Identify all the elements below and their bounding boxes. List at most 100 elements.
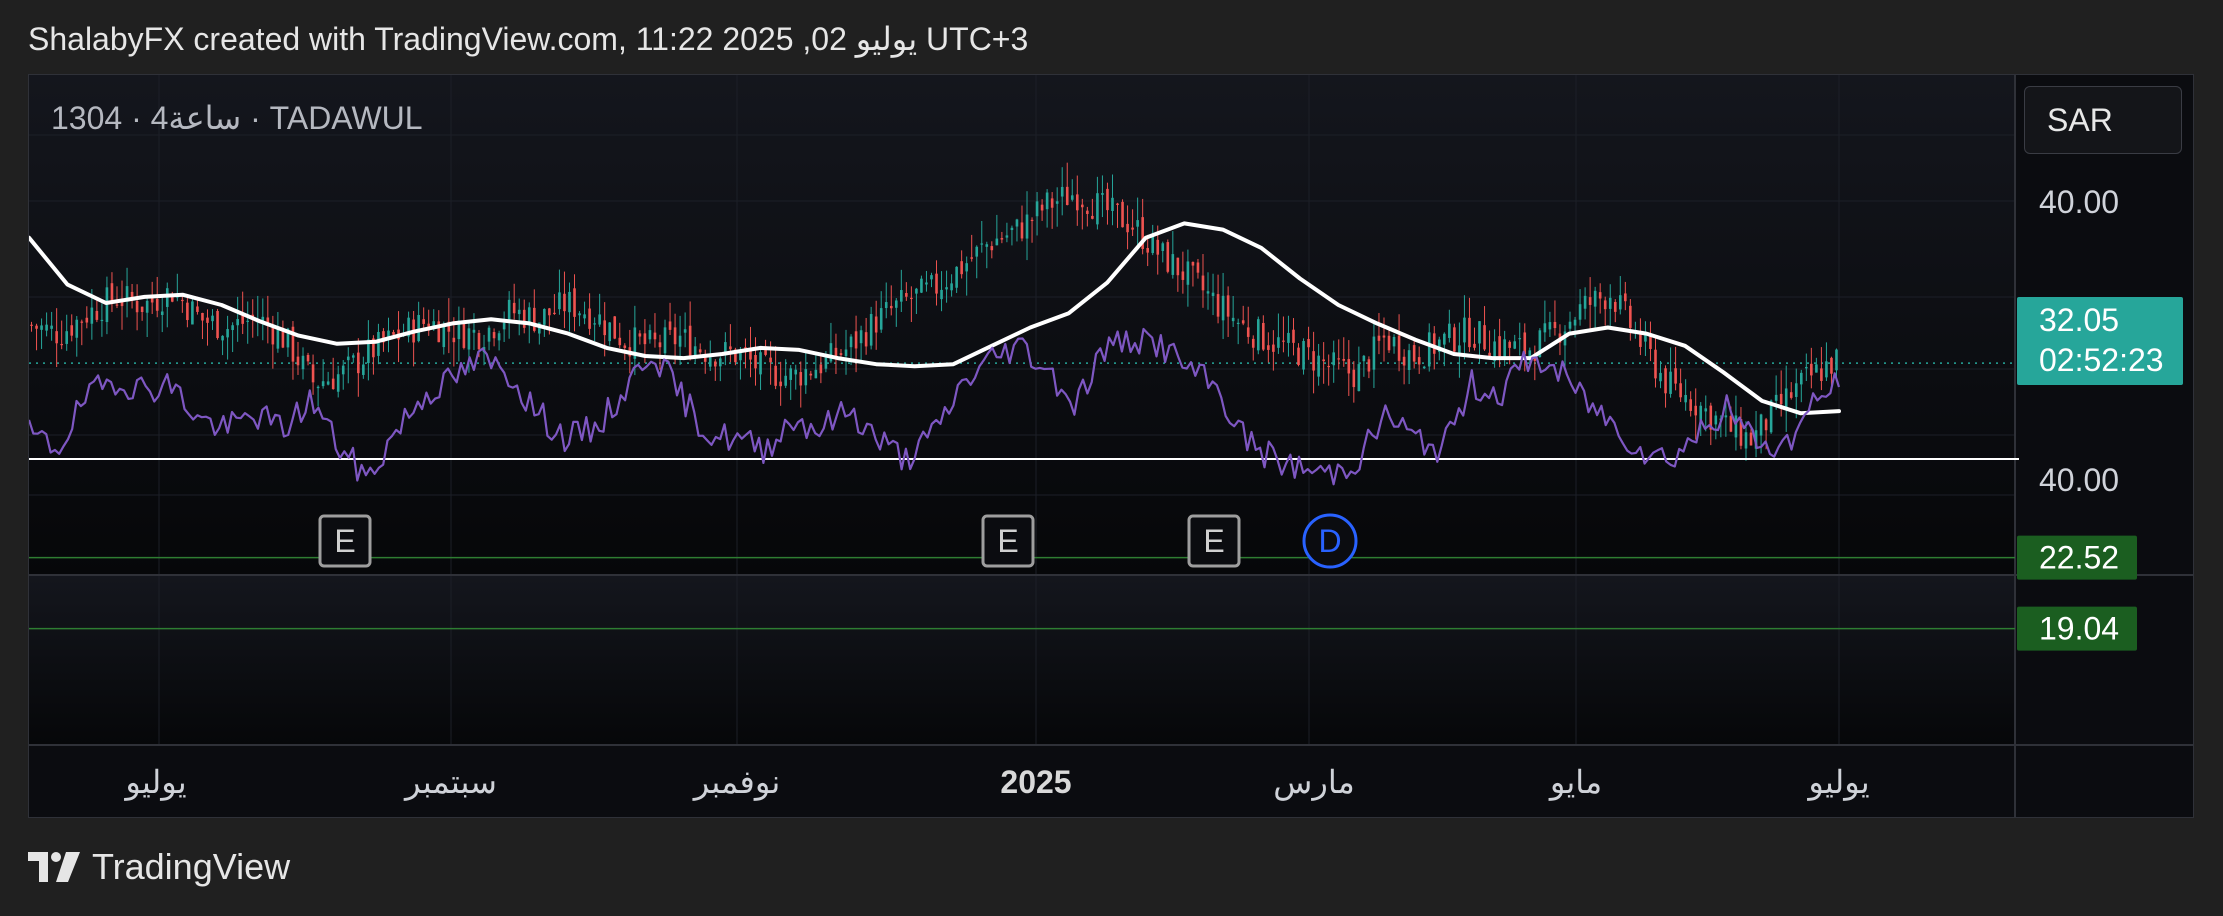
candle-body <box>1246 327 1250 337</box>
candle-body <box>854 331 858 349</box>
candle-body <box>1674 368 1677 384</box>
chart-frame[interactable]: E E E D 40.00 40.00 32.05 02:52:23 22.52 19.04 يول… <box>28 74 2194 818</box>
candle-body <box>824 356 828 369</box>
candle-body <box>196 306 199 312</box>
symbol-label: 1304 · 4ساعة · TADAWUL <box>51 100 423 136</box>
time-axis-label: نوفمبر <box>692 764 781 801</box>
candle-body <box>60 343 63 346</box>
candle-body <box>1815 364 1818 373</box>
candle-body <box>653 332 657 340</box>
candle-body <box>678 335 682 347</box>
candle-body <box>1764 419 1768 431</box>
candle-body <box>1684 394 1687 403</box>
candle-body <box>1377 335 1381 341</box>
time-axis-label: مارس <box>1273 764 1354 801</box>
candle-body <box>211 315 214 322</box>
candle-body <box>512 302 516 314</box>
chart-canvas[interactable]: E E E D 40.00 40.00 32.05 02:52:23 22.52 19.04 يول… <box>29 75 2194 818</box>
candle-body <box>1317 355 1320 377</box>
candle-body <box>70 325 74 336</box>
candle-body <box>1699 405 1703 422</box>
candle-body <box>201 312 204 321</box>
candle-body <box>1779 393 1783 405</box>
candle-body <box>1664 368 1667 394</box>
candle-body <box>1231 317 1235 322</box>
candle-body <box>1191 261 1195 266</box>
candle-body <box>1468 317 1471 348</box>
candle-body <box>1020 222 1024 239</box>
candle-body <box>155 298 159 311</box>
footer-brand: TradingView <box>92 846 291 887</box>
support-level-value: 19.04 <box>2039 611 2119 647</box>
candle-body <box>377 331 380 356</box>
candle-body <box>417 314 420 342</box>
candle-body <box>970 257 974 259</box>
candle-body <box>1649 336 1652 349</box>
candle-body <box>568 291 571 313</box>
candle-body <box>1603 300 1607 310</box>
candle-body <box>1734 415 1738 438</box>
candle-body <box>905 293 908 297</box>
candle-body <box>1267 345 1270 350</box>
candle-body <box>1282 340 1285 342</box>
candle-body <box>698 349 702 353</box>
candle-body <box>1588 297 1592 305</box>
candle-body <box>1342 358 1346 361</box>
candle-body <box>1473 343 1476 348</box>
candle-body <box>1186 261 1190 285</box>
candle-body <box>1453 327 1456 352</box>
candle-body <box>779 381 782 387</box>
candle-body <box>1372 336 1376 370</box>
candle-body <box>573 288 576 317</box>
rsi-pane <box>29 575 2015 745</box>
candle-body <box>1548 322 1552 330</box>
candle-body <box>648 330 652 340</box>
candle-body <box>623 345 627 348</box>
candle-body <box>1221 295 1225 321</box>
candle-body <box>1397 335 1401 361</box>
candle-body <box>1347 359 1351 374</box>
candle-body <box>392 332 395 335</box>
candle-body <box>1568 321 1572 329</box>
candle-body <box>1422 366 1426 369</box>
candle-body <box>1327 365 1330 368</box>
candle-body <box>1427 332 1431 367</box>
currency-selector[interactable]: SAR <box>2024 86 2182 154</box>
candle-body <box>578 313 581 316</box>
candle-body <box>1478 321 1481 344</box>
candle-body <box>1015 219 1019 227</box>
candle-body <box>85 317 89 323</box>
candle-body <box>1352 369 1356 388</box>
candle-body <box>930 275 933 280</box>
candle-body <box>774 365 777 386</box>
candle-body <box>608 322 612 342</box>
time-axis-label: سبتمبر <box>403 764 497 801</box>
candle-body <box>55 331 58 344</box>
candle-body <box>316 386 320 389</box>
candle-body <box>859 330 863 344</box>
candle-body <box>336 374 340 392</box>
candle-body <box>588 308 591 329</box>
candle-body <box>1136 220 1139 227</box>
candle-body <box>472 329 476 333</box>
candle-body <box>915 288 918 294</box>
candle-body <box>548 308 551 316</box>
candle-body <box>186 302 189 321</box>
candle-body <box>1417 357 1421 365</box>
candle-body <box>1463 317 1466 343</box>
candle-body <box>769 357 772 363</box>
candle-body <box>1513 341 1517 349</box>
candle-body <box>1805 366 1808 369</box>
candle-body <box>1075 194 1079 211</box>
candle-body <box>1583 295 1587 309</box>
candle-body <box>1553 321 1557 329</box>
candle-body <box>341 365 345 375</box>
candle-body <box>935 273 938 294</box>
candle-body <box>1402 356 1406 366</box>
candle-body <box>643 333 647 345</box>
candle-body <box>1367 359 1371 372</box>
candle-body <box>532 307 536 331</box>
candle-body <box>799 372 803 386</box>
candle-body <box>985 244 989 247</box>
candle-body <box>1407 350 1411 370</box>
